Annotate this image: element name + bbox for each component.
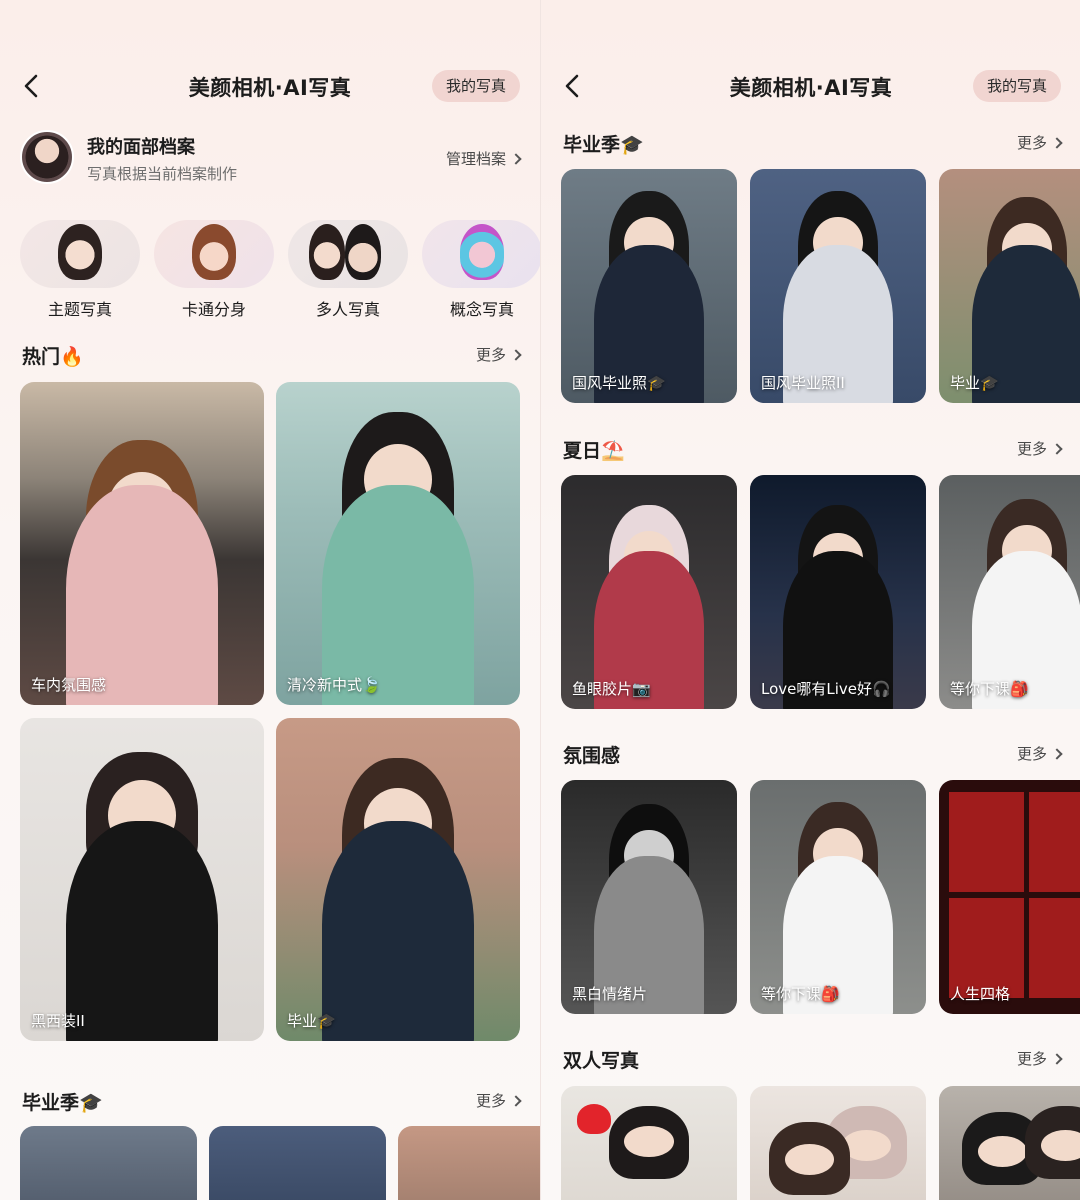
manage-profile-link[interactable]: 管理档案 [445,148,522,169]
section-title: 夏日⛱️ [563,440,625,462]
section-title: 毕业季🎓 [22,1092,103,1114]
category-concept-thumb [422,220,540,288]
photo-card[interactable]: 毕业🎓 [939,169,1080,403]
photo-card[interactable]: Love哪有Live好🎧 [750,475,926,709]
avatar [20,130,74,184]
photo-card[interactable]: 等你下课🎒 [750,780,926,1014]
more-label: 更多 [1016,134,1047,152]
category-concept[interactable]: 概念写真 [422,210,540,320]
card-caption: 鱼眼胶片📷 [572,680,651,698]
more-link[interactable]: 更多 [475,1090,522,1111]
section-title: 毕业季🎓 [563,134,644,156]
section-header: 氛围感 更多 [561,741,1063,771]
photo-card[interactable] [561,1086,737,1200]
card-caption: 国风毕业照II [761,374,845,392]
photo-card[interactable]: 毕业🎓 [276,718,520,1041]
chevron-right-icon [510,1095,522,1107]
section-title: 热门🔥 [22,346,84,368]
photo-card[interactable]: 黑白情绪片 [561,780,737,1014]
more-link[interactable]: 更多 [1016,438,1063,459]
section-header: 双人写真 更多 [561,1046,1063,1076]
more-label: 更多 [1016,1050,1047,1068]
photo-card[interactable] [750,1086,926,1200]
chevron-right-icon [1051,137,1063,149]
card-caption: 等你下课🎒 [761,985,840,1003]
photo-card[interactable]: 人生四格 [939,780,1080,1014]
profile-subtitle: 写真根据当前档案制作 [87,165,238,183]
category-label: 卡通分身 [181,300,246,319]
photo-card[interactable]: 黑西装II [20,718,264,1041]
photo-card[interactable]: 清冷新中式🍃 [276,382,520,705]
category-theme[interactable]: 主题写真 [20,210,140,320]
category-label: 主题写真 [47,300,112,319]
more-label: 更多 [1016,745,1047,763]
category-row: 主题写真 卡通分身 多人写真 概念写真 [20,210,540,320]
more-link[interactable]: 更多 [1016,132,1063,153]
photo-card[interactable]: 国风毕业照II [750,169,926,403]
photo-card[interactable] [209,1126,386,1200]
card-caption: 等你下课🎒 [950,680,1029,698]
photo-card[interactable]: 国风毕业照🎓 [561,169,737,403]
category-label: 多人写真 [315,300,380,319]
nav-bar: 美颜相机·AI写真 我的写真 [541,62,1080,110]
card-caption: 人生四格 [950,985,1011,1003]
photo-card[interactable]: 车内氛围感 [20,382,264,705]
section-hot-header: 热门🔥 更多 [20,342,522,372]
category-cartoon[interactable]: 卡通分身 [154,210,274,320]
photo-card[interactable] [398,1126,540,1200]
chevron-right-icon [510,349,522,361]
chevron-right-icon [510,153,522,165]
section-grad-header: 毕业季🎓 更多 [20,1088,522,1118]
more-label: 更多 [1016,440,1047,458]
more-link[interactable]: 更多 [475,344,522,365]
category-group-thumb [288,220,408,288]
photo-card[interactable] [20,1126,197,1200]
card-caption: 毕业🎓 [950,374,999,392]
photo-card[interactable]: 鱼眼胶片📷 [561,475,737,709]
card-caption: 国风毕业照🎓 [572,374,666,392]
photo-card[interactable] [939,1086,1080,1200]
my-photos-button[interactable]: 我的写真 [972,70,1061,102]
my-photos-button[interactable]: 我的写真 [431,70,520,102]
manage-profile-label: 管理档案 [445,150,506,168]
profile-name: 我的面部档案 [87,137,195,158]
chevron-right-icon [1051,748,1063,760]
more-link[interactable]: 更多 [1016,1048,1063,1069]
category-cartoon-thumb [154,220,274,288]
category-label: 概念写真 [449,300,514,319]
card-caption: 清冷新中式🍃 [287,676,381,694]
more-link[interactable]: 更多 [1016,743,1063,764]
face-profile[interactable]: 我的面部档案 写真根据当前档案制作 管理档案 [20,130,522,186]
section-title: 双人写真 [563,1050,640,1072]
card-caption: 黑白情绪片 [572,985,648,1003]
chevron-right-icon [1051,443,1063,455]
category-theme-thumb [20,220,140,288]
left-screen: 美颜相机·AI写真 我的写真 我的面部档案 写真根据当前档案制作 管理档案 主题… [0,0,540,1200]
photo-card[interactable]: 等你下课🎒 [939,475,1080,709]
card-caption: Love哪有Live好🎧 [761,680,891,698]
card-caption: 黑西装II [31,1012,85,1030]
nav-bar: 美颜相机·AI写真 我的写真 [0,62,540,110]
chevron-right-icon [1051,1053,1063,1065]
more-label: 更多 [475,346,506,364]
section-title: 氛围感 [563,745,621,767]
card-caption: 车内氛围感 [31,676,107,694]
category-group[interactable]: 多人写真 [288,210,408,320]
card-caption: 毕业🎓 [287,1012,336,1030]
right-screen: 美颜相机·AI写真 我的写真 毕业季🎓 更多 国风毕业照🎓 国风毕业照II 毕业… [540,0,1080,1200]
section-header: 夏日⛱️ 更多 [561,436,1063,466]
more-label: 更多 [475,1092,506,1110]
section-header: 毕业季🎓 更多 [561,130,1063,160]
